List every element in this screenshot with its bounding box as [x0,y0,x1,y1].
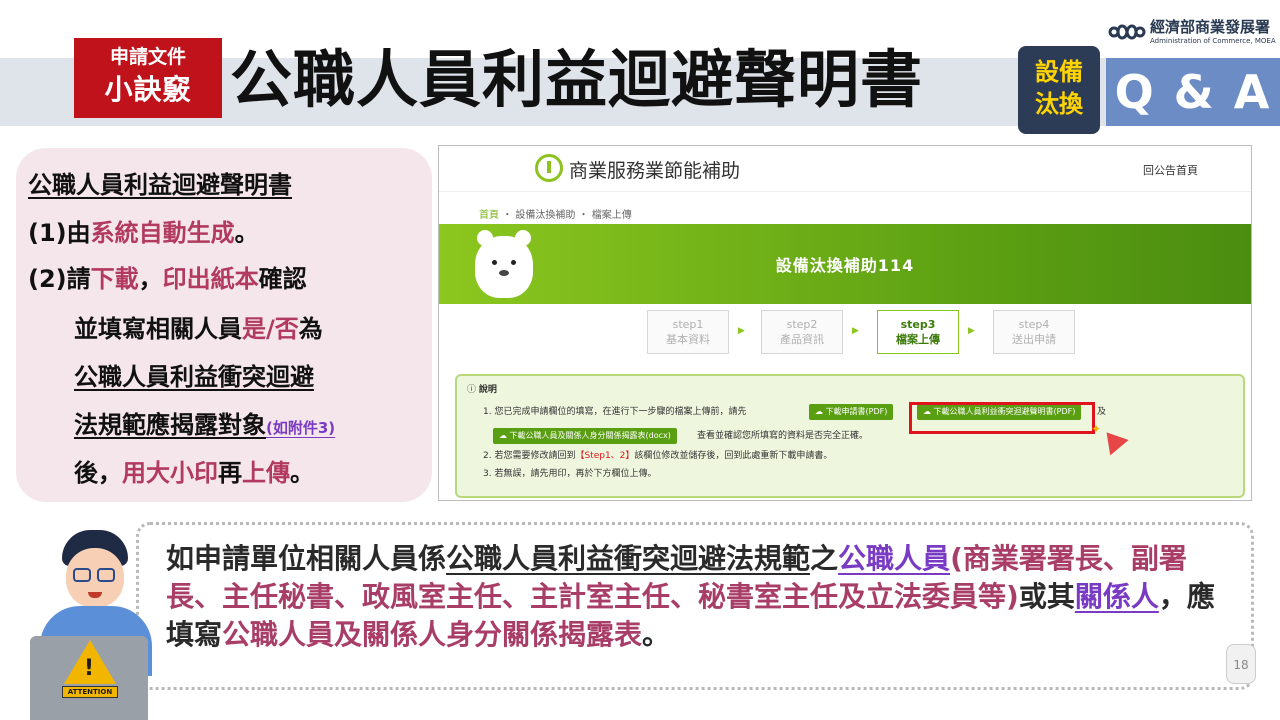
card-line-6-a: 後， [74,459,122,487]
breadcrumb: 首頁 ・ 設備汰換補助 ・ 檔案上傳 [479,206,632,221]
card-line-6-highlight-upload: 上傳 [242,459,290,487]
card-item-1-highlight: 系統自動生成 [90,219,235,247]
instruction-2-b: 該欄位修改並儲存後，回到此處重新下載申請書。 [634,451,833,461]
bottom-note-law: 公職人員利益衝突迴避法規範 [446,542,811,575]
card-line-5: 法規範應揭露對象(如附件3) [74,410,335,443]
equipment-badge-line2: 汰換 [1035,90,1083,118]
step-3-sub: 檔案上傳 [896,333,940,346]
equipment-badge-line1: 設備 [1035,58,1083,86]
banner-title: 設備汰換補助114 [775,256,915,275]
instructions-title-text: 說明 [478,385,497,395]
instructions-box: ⓘ 說明 1. 您已完成申請欄位的填寫，在進行下一步驟的檔案上傳前，請先 ☁ 下… [455,374,1245,498]
download-disclosure-form-button[interactable]: ☁ 下載公職人員及關係人身分關係揭露表(docx) [493,428,677,444]
site-header: 商業服務業節能補助 回公告首頁 [439,146,1251,192]
card-item-1-end: 。 [234,219,259,247]
step-2-sub: 產品資訊 [780,333,824,346]
card-line-5-text: 法規範應揭露對象 [74,411,266,439]
card-item-2-highlight-print: 印出紙本 [162,265,259,293]
download-application-button[interactable]: ☁ 下載申請書(PDF) [809,404,894,420]
breadcrumb-rest: ・ 設備汰換補助 ・ 檔案上傳 [502,210,632,221]
card-line-6-highlight-stamp: 用大小印 [122,459,218,487]
step-arrow-icon: ▶ [852,326,859,336]
info-icon: ⓘ [467,385,477,395]
step-1-title: step1 [672,318,704,331]
card-line-3-highlight: 是/否 [242,315,299,343]
download-application-label: 下載申請書(PDF) [825,407,888,416]
step-4-title: step4 [1018,318,1050,331]
card-heading: 公職人員利益迴避聲明書 [28,171,292,199]
instruction-2-highlight: 【Step1、2】 [575,451,635,461]
card-line-6-b: 再 [218,459,242,487]
highlight-box [909,402,1095,434]
instruction-1: 1. 您已完成申請欄位的填寫，在進行下一步驟的檔案上傳前，請先 [483,407,747,417]
card-item-2-highlight-download: 下載 [90,265,139,293]
card-item-1: (1)由系統自動生成。 [28,218,259,248]
sparkle-icon: ✦ [1091,422,1102,436]
tips-tag-line2: 小訣竅 [104,73,192,106]
instruction-2: 2. 若您需要修改請回到【Step1、2】該欄位修改並儲存後，回到此處重新下載申… [483,450,832,462]
step-4[interactable]: step4 送出申請 [993,310,1075,354]
card-line-6-end: 。 [290,459,314,487]
card-item-2-prefix: (2)請 [28,265,91,293]
bottom-note-form: 公職人員及關係人身分關係揭露表 [222,618,643,651]
bottom-note-end: 。 [642,618,671,651]
instruction-1-and: 及 [1097,407,1107,417]
instructions-title: ⓘ 說明 [467,384,497,396]
step-4-sub: 送出申請 [1012,333,1056,346]
card-item-2-sep: ， [138,265,163,293]
step-3[interactable]: step3 檔案上傳 [877,310,959,354]
card-line-4: 公職人員利益衝突迴避 [74,363,314,391]
tips-tag-line1: 申請文件 [109,46,186,68]
breadcrumb-home[interactable]: 首頁 [479,210,499,221]
card-line-3-b: 為 [298,315,323,343]
moea-logo: 經濟部商業發展署 Administration of Commerce, MOE… [1108,18,1276,48]
page-title: 公職人員利益迴避聲明書 [230,43,924,116]
card-item-1-prefix: (1)由 [28,219,91,247]
instruction-1-cont: 查看並確認您所填寫的資料是否完全正確。 [697,431,869,441]
card-item-2: (2)請下載，印出紙本確認 [28,264,307,294]
power-logo-icon [535,154,563,182]
bottom-note-t3: 之 [810,542,839,575]
bottom-note-related: 關係人 [1074,580,1159,613]
step-2-title: step2 [786,318,818,331]
bottom-note-official: 公職人員 [838,542,951,575]
step-3-title: step3 [900,318,936,331]
page-number: 18 [1226,644,1256,684]
tips-tag: 申請文件 小訣竅 [74,38,222,118]
statement-info-card: 公職人員利益迴避聲明書 (1)由系統自動生成。 (2)請下載，印出紙本確認 並填… [16,148,432,502]
instruction-3: 3. 若無誤，請先用印，再於下方欄位上傳。 [483,469,657,479]
equipment-badge: 設備 汰換 [1018,46,1100,134]
step-2[interactable]: step2 產品資訊 [761,310,843,354]
attention-label: ATTENTION [62,686,118,698]
website-screenshot: 商業服務業節能補助 回公告首頁 首頁 ・ 設備汰換補助 ・ 檔案上傳 設備汰換補… [438,145,1252,501]
bottom-note-text: 如申請單位相關人員係公職人員利益衝突迴避法規範之公職人員(商業署署長、副署長、主… [166,540,1230,654]
step-1[interactable]: step1 基本資料 [647,310,729,354]
instruction-2-a: 2. 若您需要修改請回到 [483,451,576,461]
site-name: 商業服務業節能補助 [569,160,741,182]
card-line-3-a: 並填寫相關人員 [74,315,242,343]
download-disclosure-form-label: 下載公職人員及關係人身分關係揭露表(docx) [509,431,671,440]
card-line-3: 並填寫相關人員是/否為 [74,314,323,344]
step-arrow-icon: ▶ [738,326,745,336]
home-link[interactable]: 回公告首頁 [1143,162,1198,178]
logo-text-en: Administration of Commerce, MOEA [1150,37,1276,45]
exclamation-icon: ! [84,656,95,681]
card-item-2-end: 確認 [258,265,307,293]
infinity-logo-icon [1108,24,1146,40]
card-line-5-attachment: (如附件3) [266,419,336,437]
bottom-note-t1: 如申請單位相關人員係 [166,542,447,575]
bottom-note-t6: 或其 [1018,580,1075,613]
step-1-sub: 基本資料 [666,333,710,346]
step-arrow-icon: ▶ [968,326,975,336]
logo-text-zh: 經濟部商業發展署 [1150,18,1271,36]
card-line-6: 後，用大小印再上傳。 [74,458,314,488]
qa-badge: Q & A [1106,58,1280,126]
